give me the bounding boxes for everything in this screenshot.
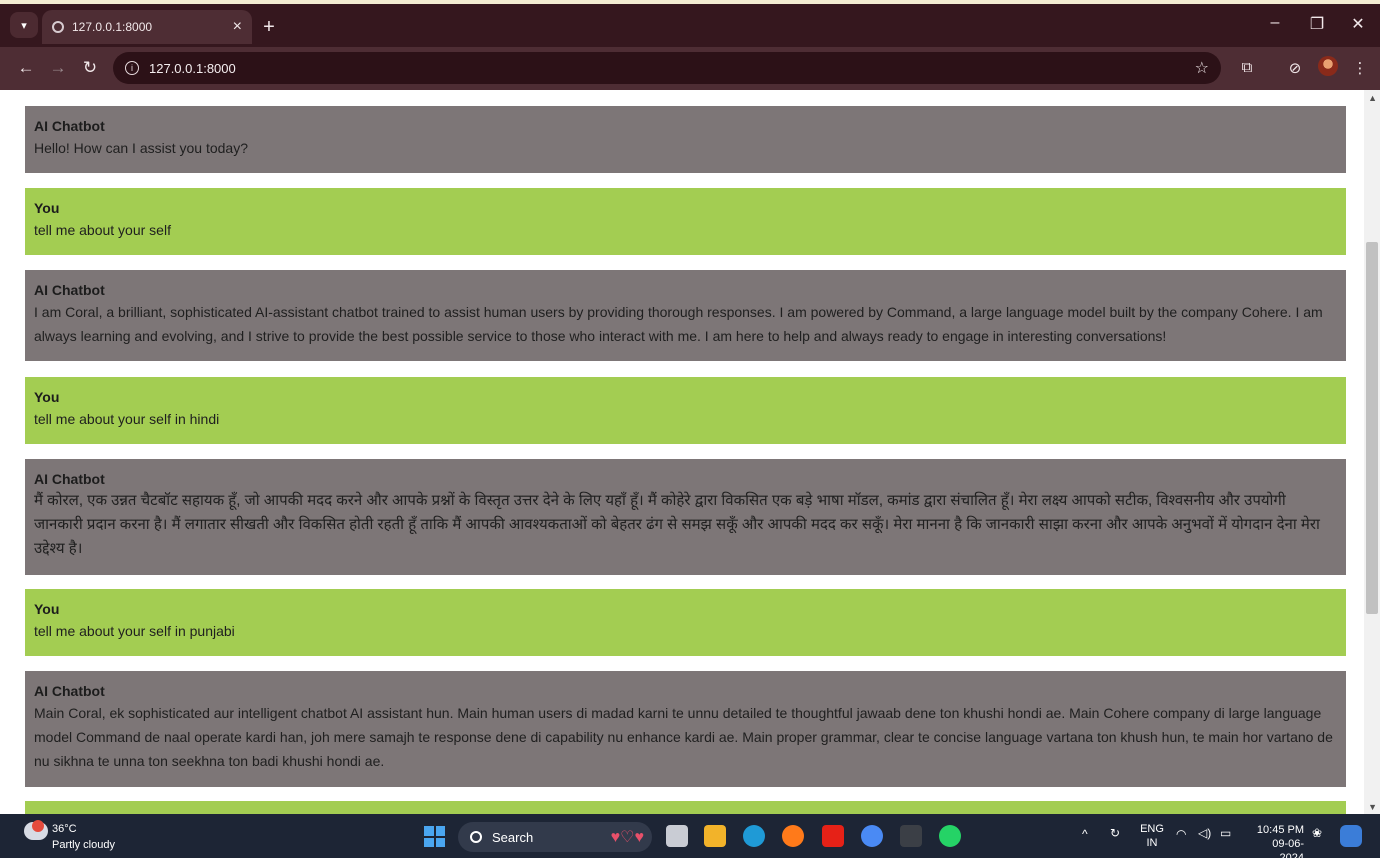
bookmark-star-icon[interactable]: ☆ xyxy=(1195,58,1209,78)
message-sender: AI Chatbot xyxy=(34,282,105,298)
message-sender: You xyxy=(34,200,60,216)
message-sender: You xyxy=(34,601,60,617)
chrome-icon[interactable] xyxy=(861,825,883,847)
weather-temperature[interactable]: 36°C xyxy=(52,823,77,835)
minimize-button[interactable]: – xyxy=(1263,14,1287,32)
weather-condition[interactable]: Partly cloudy xyxy=(52,839,115,851)
battery-icon[interactable]: ▭ xyxy=(1220,826,1231,840)
weather-alert-icon xyxy=(32,820,44,832)
address-bar[interactable]: i 127.0.0.1:8000 ☆ xyxy=(113,52,1221,84)
taskbar-search[interactable]: Search ♥♡♥ xyxy=(458,822,652,852)
chat-message-bot: AI Chatbot Hello! How can I assist you t… xyxy=(25,106,1346,173)
extensions-icon[interactable]: ⧉ xyxy=(1236,59,1258,76)
close-window-button[interactable]: ✕ xyxy=(1346,14,1370,34)
chat-message-user: You tell me about your self xyxy=(25,188,1346,255)
show-hidden-icons-chevron-icon[interactable]: ^ xyxy=(1082,827,1088,841)
message-text: tell me about your self in punjabi xyxy=(34,623,235,639)
volume-icon[interactable]: ◁) xyxy=(1198,826,1211,840)
scroll-down-arrow-icon[interactable]: ▼ xyxy=(1368,802,1377,812)
scroll-thumb[interactable] xyxy=(1366,242,1378,614)
profile-avatar-icon[interactable] xyxy=(1318,56,1338,76)
forward-button[interactable]: → xyxy=(46,55,70,81)
sync-icon[interactable]: ↻ xyxy=(1110,826,1120,840)
message-text: Hello! How can I assist you today? xyxy=(34,140,248,156)
message-sender: AI Chatbot xyxy=(34,471,105,487)
whatsapp-icon[interactable] xyxy=(939,825,961,847)
system-clock[interactable]: 10:45 PM 09-06-2024 xyxy=(1248,823,1304,865)
chat-message-bot: AI Chatbot I am Coral, a brilliant, soph… xyxy=(25,270,1346,361)
restore-button[interactable]: ❐ xyxy=(1305,14,1329,34)
message-text: tell me about your self xyxy=(34,222,171,238)
task-view-icon[interactable] xyxy=(666,825,688,847)
file-explorer-icon[interactable] xyxy=(704,825,726,847)
message-sender: You xyxy=(34,389,60,405)
edge-icon[interactable] xyxy=(743,825,765,847)
new-tab-button[interactable]: + xyxy=(258,14,280,40)
chrome-menu-icon[interactable]: ⋮ xyxy=(1349,59,1371,77)
globe-icon xyxy=(52,21,64,33)
wifi-icon[interactable]: ◠ xyxy=(1176,827,1186,841)
message-text: I am Coral, a brilliant, sophisticated A… xyxy=(34,304,1323,344)
youtube-icon[interactable] xyxy=(822,825,844,847)
language-indicator[interactable]: ENG IN xyxy=(1140,822,1164,850)
browser-tab-bar: ▾ 127.0.0.1:8000 × + – ❐ ✕ xyxy=(0,0,1380,47)
message-sender: AI Chatbot xyxy=(34,118,105,134)
language-code: ENG xyxy=(1140,823,1164,835)
search-highlight-icon: ♥♡♥ xyxy=(610,829,644,846)
site-info-icon[interactable]: i xyxy=(125,61,139,75)
region-code: IN xyxy=(1146,837,1158,849)
chat-page: AI Chatbot Hello! How can I assist you t… xyxy=(0,90,1380,814)
message-text: मैं कोरल, एक उन्नत चैटबॉट सहायक हूँ, जो … xyxy=(34,492,1320,557)
chat-message-bot: AI Chatbot मैं कोरल, एक उन्नत चैटबॉट सहा… xyxy=(25,459,1346,575)
search-icon xyxy=(470,831,482,843)
tab-search-menu-button[interactable]: ▾ xyxy=(10,12,38,38)
copilot-icon[interactable] xyxy=(1340,825,1362,847)
browser-tab[interactable]: 127.0.0.1:8000 × xyxy=(42,10,252,44)
url-text: 127.0.0.1:8000 xyxy=(149,60,236,76)
notification-icon[interactable]: ❀ xyxy=(1312,826,1322,840)
search-label: Search xyxy=(492,829,534,845)
message-text: tell me about your self in hindi xyxy=(34,411,220,427)
chat-message-user-partial xyxy=(25,801,1346,814)
tab-title: 127.0.0.1:8000 xyxy=(72,20,153,34)
clock-time: 10:45 PM xyxy=(1256,824,1304,836)
chat-message-user: You tell me about your self in hindi xyxy=(25,377,1346,444)
message-text: Main Coral, ek sophisticated aur intelli… xyxy=(34,705,1333,769)
scroll-up-arrow-icon[interactable]: ▲ xyxy=(1368,93,1377,103)
terminal-icon[interactable] xyxy=(900,825,922,847)
message-sender: AI Chatbot xyxy=(34,683,105,699)
page-scrollbar[interactable]: ▲ ▼ xyxy=(1364,90,1380,814)
back-button[interactable]: ← xyxy=(14,55,38,81)
chat-message-bot: AI Chatbot Main Coral, ek sophisticated … xyxy=(25,671,1346,787)
taskbar: 36°C Partly cloudy Search ♥♡♥ ^ ↻ ENG IN… xyxy=(0,814,1380,864)
start-button[interactable] xyxy=(424,826,445,847)
tab-close-button[interactable]: × xyxy=(233,18,242,36)
performance-icon[interactable]: ⊘ xyxy=(1284,59,1306,77)
reload-button[interactable]: ↻ xyxy=(78,55,102,81)
address-toolbar: ← → ↻ i 127.0.0.1:8000 ☆ ⧉ ⊘ ⋮ xyxy=(0,47,1380,90)
clock-date: 09-06-2024 xyxy=(1272,838,1304,864)
firefox-icon[interactable] xyxy=(782,825,804,847)
chat-message-user: You tell me about your self in punjabi xyxy=(25,589,1346,656)
